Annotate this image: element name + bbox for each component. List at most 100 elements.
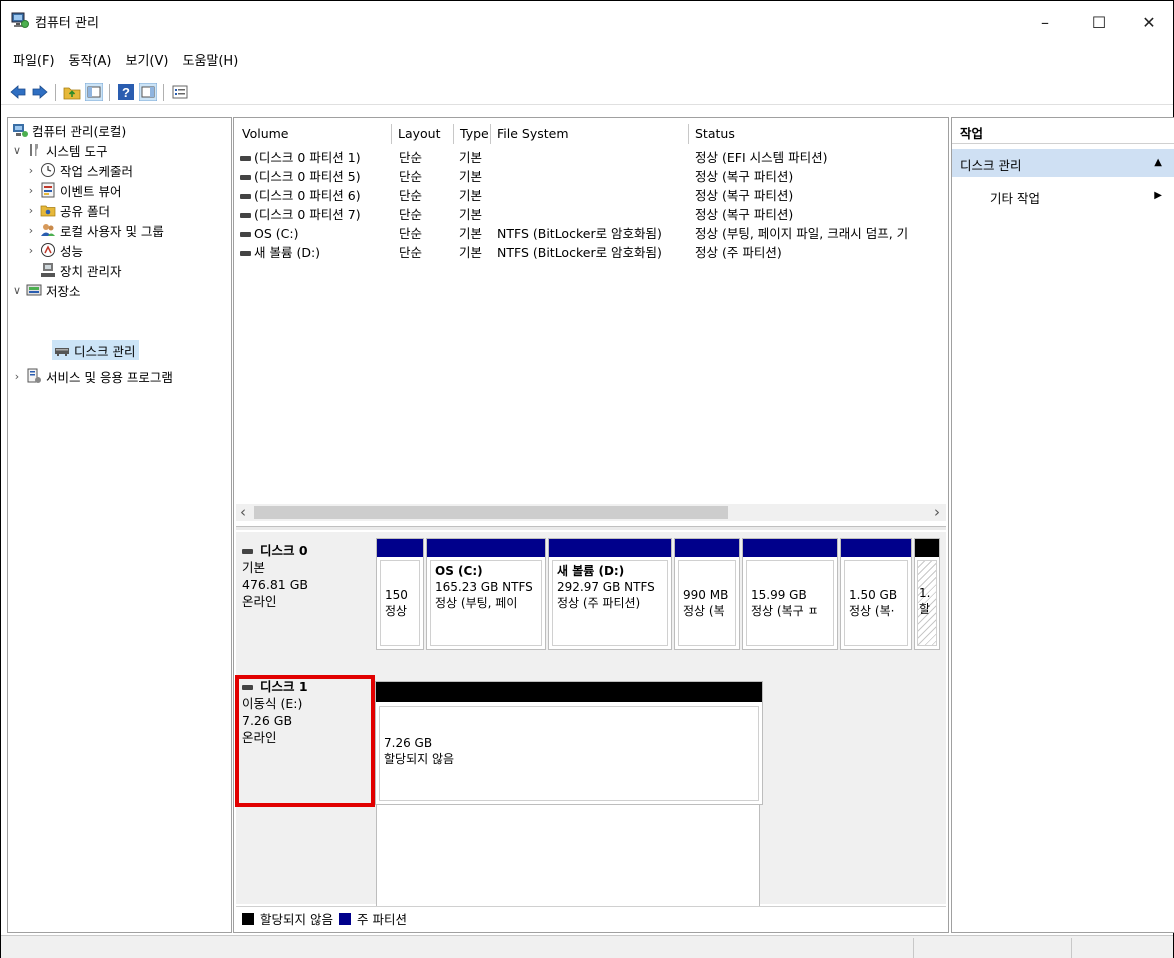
- column-header-volume[interactable]: Volume: [236, 124, 392, 144]
- partition-bar: [549, 539, 671, 557]
- tree-item-label: 작업 스케줄러: [60, 163, 133, 179]
- close-button[interactable]: ✕: [1129, 7, 1169, 37]
- menu-file[interactable]: 파일(F): [13, 47, 55, 73]
- column-header-file-system[interactable]: File System: [491, 124, 689, 144]
- volume-cell: OS (C:): [240, 224, 392, 243]
- actions-item-more-actions[interactable]: 기타 작업 ▶: [952, 184, 1174, 206]
- filesystem-cell: [497, 205, 689, 224]
- actions-section-disk-management[interactable]: 디스크 관리 ▲: [952, 149, 1174, 177]
- expand-arrow-icon[interactable]: ∨: [10, 144, 24, 157]
- disk-type: 이동식 (E:): [242, 696, 303, 711]
- menu-help[interactable]: 도움말(H): [182, 47, 238, 73]
- volume-icon: [240, 251, 251, 256]
- partition-unallocated-disk1[interactable]: [376, 798, 760, 920]
- maximize-button[interactable]: ☐: [1079, 7, 1119, 37]
- partition-efi[interactable]: 150 정상: [376, 538, 424, 650]
- legend: 할당되지 않음 주 파티션: [236, 906, 946, 930]
- scroll-right-icon[interactable]: ›: [934, 503, 940, 521]
- table-row[interactable]: (디스크 0 파티션 1) 단순 기본 정상 (EFI 시스템 파티션): [236, 148, 946, 167]
- partition-recovery-990mb[interactable]: 990 MB 정상 (복: [674, 538, 740, 650]
- layout-cell: 단순: [399, 207, 423, 222]
- expand-arrow-icon[interactable]: ›: [24, 164, 38, 177]
- partition-os-c[interactable]: OS (C:) 165.23 GB NTFS 정상 (부팅, 페이: [426, 538, 546, 650]
- actions-pane: 작업 디스크 관리 ▲ 기타 작업 ▶: [951, 117, 1174, 933]
- disk-1-label[interactable]: 디스크 1 이동식 (E:) 7.26 GB 온라인: [236, 662, 374, 794]
- partition-info: 1.50 GB 정상 (복·: [844, 560, 908, 646]
- volume-icon: [240, 156, 251, 161]
- partition-size: 1.: [919, 586, 931, 600]
- collapse-arrow-icon[interactable]: ▲: [1154, 157, 1162, 168]
- pane-splitter[interactable]: [236, 526, 946, 530]
- table-row[interactable]: (디스크 0 파티션 5) 단순 기본 정상 (복구 파티션): [236, 167, 946, 186]
- volume-icon: [240, 175, 251, 180]
- expand-arrow-icon[interactable]: ›: [24, 184, 38, 197]
- help-icon[interactable]: ?: [117, 83, 135, 101]
- column-header-type[interactable]: Type: [454, 124, 491, 144]
- up-folder-icon[interactable]: [63, 83, 81, 101]
- volume-icon: [240, 232, 251, 237]
- tree-item-task-scheduler[interactable]: › 작업 스케줄러: [24, 160, 133, 180]
- submenu-arrow-icon: ▶: [1154, 190, 1162, 201]
- expand-arrow-icon[interactable]: ›: [10, 370, 24, 383]
- partition-unallocated-disk0[interactable]: 1. 할: [914, 538, 940, 650]
- minimize-button[interactable]: –: [1025, 7, 1065, 37]
- tree-item-services-applications[interactable]: › 서비스 및 응용 프로그램: [10, 366, 173, 386]
- tree-item-performance[interactable]: › 성능: [24, 240, 83, 260]
- status-cell: 정상 (복구 파티션): [695, 169, 794, 184]
- back-arrow-icon[interactable]: [9, 83, 27, 101]
- storage-icon: [26, 284, 42, 296]
- partition-bar: [377, 539, 423, 557]
- partition-status: 할당되지 않음: [384, 752, 455, 766]
- filesystem-cell: NTFS (BitLocker로 암호화됨): [497, 226, 662, 241]
- menu-view[interactable]: 보기(V): [126, 47, 169, 73]
- expand-arrow-icon[interactable]: ›: [24, 204, 38, 217]
- actions-item-label: 기타 작업: [990, 191, 1040, 206]
- shared-folder-icon: [40, 205, 56, 217]
- table-row[interactable]: (디스크 0 파티션 6) 단순 기본 정상 (복구 파티션): [236, 186, 946, 205]
- partition-new-volume-d[interactable]: 새 볼륨 (D:) 292.97 GB NTFS 정상 (주 파티션): [548, 538, 672, 650]
- expand-arrow-icon[interactable]: ›: [24, 244, 38, 257]
- tree-item-local-users-groups[interactable]: › 로컬 사용자 및 그룹: [24, 220, 164, 240]
- disk-type: 기본: [242, 560, 266, 575]
- task-scheduler-icon: [41, 163, 55, 177]
- tree-item-device-manager[interactable]: 장치 관리자: [38, 260, 121, 280]
- table-row[interactable]: OS (C:) 단순 기본 NTFS (BitLocker로 암호화됨) 정상 …: [236, 224, 946, 243]
- volume-name: 새 볼륨 (D:): [254, 245, 321, 260]
- expand-arrow-icon[interactable]: ›: [24, 224, 38, 237]
- expand-arrow-icon[interactable]: ∨: [10, 284, 24, 297]
- table-row[interactable]: 새 볼륨 (D:) 단순 기본 NTFS (BitLocker로 암호화됨) 정…: [236, 243, 946, 262]
- tree-item-disk-management[interactable]: 디스크 관리: [52, 340, 140, 360]
- show-hide-action-pane-icon[interactable]: [139, 83, 157, 101]
- volume-name: (디스크 0 파티션 7): [254, 207, 361, 222]
- volume-name: (디스크 0 파티션 5): [254, 169, 361, 184]
- column-header-status[interactable]: Status: [689, 124, 946, 144]
- table-row[interactable]: (디스크 0 파티션 7) 단순 기본 정상 (복구 파티션): [236, 205, 946, 224]
- tree-item-system-tools[interactable]: ∨ 시스템 도구: [10, 140, 108, 160]
- scroll-left-icon[interactable]: ‹: [240, 503, 246, 521]
- properties-list-icon[interactable]: [171, 83, 189, 101]
- horizontal-scrollbar[interactable]: ‹ ›: [236, 503, 946, 521]
- disk-management-icon: [55, 348, 69, 356]
- menu-action[interactable]: 동작(A): [69, 47, 112, 73]
- partition-recovery-1-5gb[interactable]: 1.50 GB 정상 (복·: [840, 538, 912, 650]
- partition-size: 150: [385, 588, 408, 602]
- disk-size: 476.81 GB: [242, 577, 308, 592]
- partition-recovery-15gb[interactable]: 15.99 GB 정상 (복구 ㅍ: [742, 538, 838, 650]
- partition-unallocated-disk1-block[interactable]: 7.26 GB 할당되지 않음: [375, 681, 763, 805]
- scrollbar-thumb[interactable]: [254, 506, 728, 519]
- tree-item-shared-folders[interactable]: › 공유 폴더: [24, 200, 110, 220]
- tree-item-label: 서비스 및 응용 프로그램: [46, 369, 173, 385]
- device-manager-icon: [41, 263, 55, 277]
- tree-item-computer-management[interactable]: 컴퓨터 관리(로컬): [10, 120, 126, 140]
- tree-item-event-viewer[interactable]: › 이벤트 뷰어: [24, 180, 121, 200]
- disk-name: 디스크 1: [259, 679, 308, 694]
- forward-arrow-icon[interactable]: [31, 83, 49, 101]
- tree-item-storage[interactable]: ∨ 저장소: [10, 280, 81, 300]
- system-tools-icon: [30, 144, 38, 156]
- column-header-layout[interactable]: Layout: [392, 124, 454, 144]
- partition-info: 1. 할: [917, 560, 937, 646]
- legend-unallocated-label: 할당되지 않음: [260, 912, 333, 927]
- partition-status: 정상 (복: [683, 604, 725, 618]
- show-hide-console-tree-icon[interactable]: [85, 83, 103, 101]
- disk-0-label[interactable]: 디스크 0 기본 476.81 GB 온라인: [236, 538, 374, 650]
